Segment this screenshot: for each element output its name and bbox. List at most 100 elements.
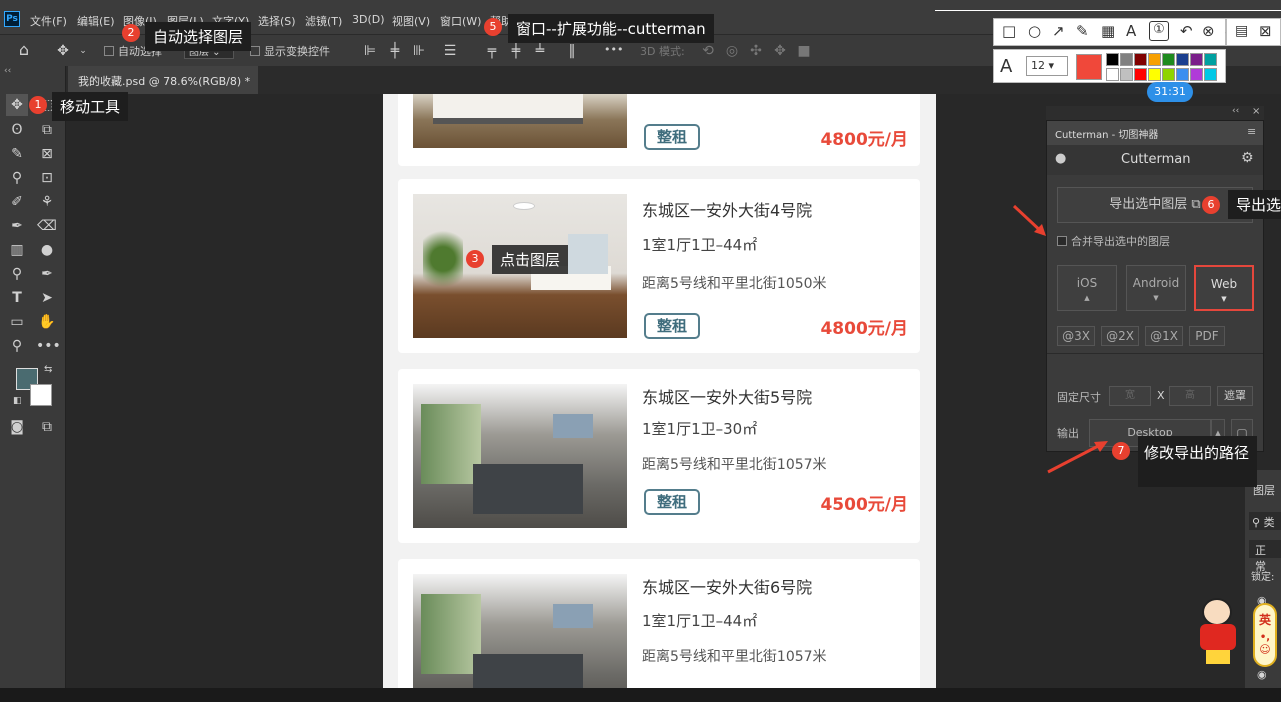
rectangle-tool-icon[interactable]: ▭ bbox=[6, 311, 28, 333]
align-middle-icon[interactable]: ╪ bbox=[508, 43, 524, 59]
scale-3x-button[interactable]: @3X bbox=[1057, 326, 1095, 346]
color-swatch[interactable] bbox=[1148, 67, 1161, 81]
stamp-tool-icon[interactable]: ⚘ bbox=[36, 191, 58, 213]
platform-web-button[interactable]: Web ▼ bbox=[1194, 265, 1254, 311]
scale-1x-button[interactable]: @1X bbox=[1145, 326, 1183, 346]
brush-tool-icon[interactable]: ✐ bbox=[6, 191, 28, 213]
swap-colors-icon[interactable]: ⇆ bbox=[44, 364, 52, 375]
document-tab[interactable]: 我的收藏.psd @ 78.6%(RGB/8) * × bbox=[68, 66, 258, 102]
font-size-select[interactable]: 12 ▾ bbox=[1026, 56, 1068, 76]
3d-roll-icon[interactable]: ◎ bbox=[724, 43, 740, 59]
mask-button[interactable]: 遮罩 bbox=[1217, 386, 1253, 406]
export-selected-button[interactable]: 导出选中图层 ⧉ bbox=[1057, 187, 1253, 223]
text-tool-icon[interactable]: A bbox=[1126, 22, 1136, 40]
merge-export-checkbox[interactable]: 合并导出选中的图层 bbox=[1057, 233, 1170, 249]
blend-mode-dropdown[interactable]: 正常 bbox=[1249, 540, 1281, 573]
color-swatch[interactable] bbox=[1204, 53, 1217, 66]
path-select-tool-icon[interactable]: ➤ bbox=[36, 287, 58, 309]
menu-select[interactable]: 选择(S) bbox=[258, 13, 296, 29]
chevron-down-icon[interactable]: ⌄ bbox=[75, 43, 91, 59]
move-tool-icon[interactable]: ✥ bbox=[6, 94, 28, 116]
mosaic-icon[interactable]: ▦ bbox=[1101, 22, 1115, 40]
listing-card[interactable]: 整租 4800元/月 bbox=[398, 94, 920, 166]
menu-edit[interactable]: 编辑(E) bbox=[77, 13, 115, 29]
cutterman-panel-tab[interactable]: Cutterman - 切图神器 bbox=[1055, 126, 1158, 141]
color-swatch[interactable] bbox=[1190, 53, 1203, 66]
zoom-tool-icon[interactable]: ⚲ bbox=[6, 335, 28, 357]
menu-filter[interactable]: 滤镜(T) bbox=[305, 13, 342, 29]
dodge-tool-icon[interactable]: ⚲ bbox=[6, 263, 28, 285]
move-tool-preset-icon[interactable]: ✥ bbox=[55, 43, 71, 59]
layer-filter-search[interactable]: ⚲ 类 bbox=[1249, 512, 1281, 530]
color-swatch[interactable] bbox=[1120, 53, 1133, 66]
color-swatch[interactable] bbox=[1106, 67, 1119, 81]
object-select-tool-icon[interactable]: ⧉ bbox=[36, 119, 58, 141]
type-tool-icon[interactable]: T bbox=[6, 287, 28, 309]
show-transform-checkbox[interactable]: 显示变换控件 bbox=[250, 43, 330, 59]
blur-tool-icon[interactable]: ● bbox=[36, 239, 58, 261]
default-colors-icon[interactable]: ◧ bbox=[13, 396, 22, 406]
width-input[interactable]: 宽 bbox=[1109, 386, 1151, 406]
distribute-vertical-icon[interactable]: ‖ bbox=[564, 43, 580, 59]
distribute-icon[interactable]: ☰ bbox=[442, 43, 458, 59]
cancel-icon[interactable]: ⊠ bbox=[1259, 22, 1272, 40]
history-brush-tool-icon[interactable]: ✒ bbox=[6, 215, 28, 237]
color-swatch[interactable] bbox=[1120, 67, 1133, 81]
3d-orbit-icon[interactable]: ⟲ bbox=[700, 43, 716, 59]
align-center-icon[interactable]: ╪ bbox=[387, 43, 403, 59]
color-swatch[interactable] bbox=[1134, 67, 1147, 81]
listing-card[interactable]: 东城区一安外大街5号院 1室1厅1卫–30㎡ 距离5号线和平里北街1057米 整… bbox=[398, 369, 920, 543]
platform-ios-button[interactable]: iOS ▲ bbox=[1057, 265, 1117, 311]
ime-status-pill[interactable]: 英 •, ☺ bbox=[1253, 603, 1277, 667]
screen-mode-icon[interactable]: ⧉ bbox=[36, 416, 58, 438]
eyedropper-tool-icon[interactable]: ⚲ bbox=[6, 167, 28, 189]
align-right-icon[interactable]: ⊪ bbox=[411, 43, 427, 59]
settings-gear-icon[interactable]: ⚙ bbox=[1241, 150, 1254, 166]
menu-file[interactable]: 文件(F) bbox=[30, 13, 67, 29]
step-number-icon[interactable]: ① bbox=[1149, 21, 1169, 41]
color-swatch[interactable] bbox=[1190, 67, 1203, 81]
quick-mask-icon[interactable]: ◙ bbox=[6, 416, 28, 438]
color-swatch[interactable] bbox=[1162, 67, 1175, 81]
platform-android-button[interactable]: Android ▼ bbox=[1126, 265, 1186, 311]
close-panel-icon[interactable]: × bbox=[1252, 106, 1260, 117]
background-color-swatch[interactable] bbox=[30, 384, 52, 406]
color-swatch[interactable] bbox=[1176, 53, 1189, 66]
panel-menu-icon[interactable]: ≡ bbox=[1247, 125, 1256, 138]
collapse-panel-icon[interactable]: ‹‹ bbox=[1232, 106, 1239, 116]
arrow-icon[interactable]: ↗ bbox=[1052, 22, 1065, 40]
align-bottom-icon[interactable]: ╧ bbox=[532, 43, 548, 59]
ellipse-icon[interactable]: ○ bbox=[1028, 22, 1041, 40]
eraser-tool-icon[interactable]: ⌫ bbox=[36, 215, 58, 237]
lasso-tool-icon[interactable]: ʘ bbox=[6, 119, 28, 141]
3d-scale-icon[interactable]: ■ bbox=[796, 43, 812, 59]
undo-icon[interactable]: ↶ bbox=[1180, 22, 1193, 40]
pin-icon[interactable]: ⊗ bbox=[1202, 22, 1215, 40]
align-left-icon[interactable]: ⊫ bbox=[362, 43, 378, 59]
scale-pdf-button[interactable]: PDF bbox=[1189, 326, 1225, 346]
document-canvas[interactable]: 整租 4800元/月 东城区一安外大街4号院 1室1厅1卫–44㎡ 距离5号线和… bbox=[383, 94, 936, 688]
current-color-swatch[interactable] bbox=[1076, 54, 1102, 80]
patch-tool-icon[interactable]: ⊡ bbox=[36, 167, 58, 189]
color-swatch[interactable] bbox=[1176, 67, 1189, 81]
user-icon[interactable]: ● bbox=[1055, 151, 1066, 166]
pen-tool-icon[interactable]: ✒ bbox=[36, 263, 58, 285]
color-swatch[interactable] bbox=[1106, 53, 1119, 66]
visibility-eye-icon[interactable]: ◉ bbox=[1257, 668, 1267, 681]
menu-window[interactable]: 窗口(W) bbox=[440, 13, 481, 29]
home-icon[interactable]: ⌂ bbox=[16, 42, 32, 58]
menu-3d[interactable]: 3D(D) bbox=[352, 13, 385, 26]
more-tools-icon[interactable]: ••• bbox=[36, 335, 61, 357]
pencil-icon[interactable]: ✎ bbox=[1076, 22, 1089, 40]
frame-tool-icon[interactable]: ⊠ bbox=[36, 143, 58, 165]
3d-slide-icon[interactable]: ✥ bbox=[772, 43, 788, 59]
align-top-icon[interactable]: ╤ bbox=[484, 43, 500, 59]
hand-tool-icon[interactable]: ✋ bbox=[36, 311, 58, 333]
crop-tool-icon[interactable]: ✎ bbox=[6, 143, 28, 165]
color-swatch[interactable] bbox=[1134, 53, 1147, 66]
gradient-tool-icon[interactable]: ▥ bbox=[6, 239, 28, 261]
listing-card[interactable]: 东城区一安外大街6号院 1室1厅1卫–44㎡ 距离5号线和平里北街1057米 bbox=[398, 559, 920, 688]
height-input[interactable]: 高 bbox=[1169, 386, 1211, 406]
color-swatch[interactable] bbox=[1162, 53, 1175, 66]
rectangle-icon[interactable]: □ bbox=[1002, 22, 1016, 40]
